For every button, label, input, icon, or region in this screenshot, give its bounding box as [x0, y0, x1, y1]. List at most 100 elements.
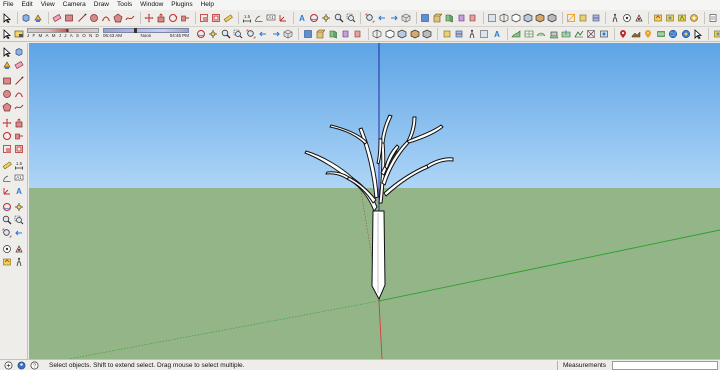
make-component-icon[interactable]: [14, 46, 24, 57]
menu-camera[interactable]: Camera: [63, 0, 86, 10]
previous-view-icon[interactable]: [14, 228, 24, 239]
next-view-icon[interactable]: [270, 29, 281, 40]
hidden-line-icon[interactable]: [384, 29, 395, 40]
zoom-extents-icon[interactable]: [2, 228, 12, 239]
toggle-terrain-icon[interactable]: [668, 29, 679, 40]
protractor-icon[interactable]: [254, 13, 265, 24]
time-track[interactable]: [103, 28, 189, 33]
next-view-icon[interactable]: [388, 13, 399, 24]
soften-icon[interactable]: [511, 29, 522, 40]
display-section-icon[interactable]: [441, 29, 452, 40]
back-view-icon[interactable]: [340, 29, 351, 40]
axes-icon[interactable]: [2, 186, 12, 197]
xray-icon[interactable]: [487, 13, 498, 24]
position-camera-icon[interactable]: [2, 244, 12, 255]
look-around-icon[interactable]: [14, 244, 24, 255]
sandbox-from-scratch-icon[interactable]: [536, 29, 547, 40]
follow-me-icon[interactable]: [180, 13, 191, 24]
flip-edge-icon[interactable]: [598, 29, 609, 40]
add-location-icon[interactable]: [655, 29, 666, 40]
paint-bucket-icon[interactable]: [2, 59, 12, 70]
position-camera-icon[interactable]: [633, 13, 644, 24]
xray-icon[interactable]: [479, 29, 490, 40]
pan-icon[interactable]: [321, 13, 332, 24]
model-viewport[interactable]: [29, 43, 720, 359]
warehouse-share-model-icon[interactable]: [712, 29, 720, 40]
textured-icon[interactable]: [535, 13, 546, 24]
3d-text-icon[interactable]: A: [491, 29, 502, 40]
menu-edit[interactable]: Edit: [21, 0, 32, 10]
tape-measure-icon[interactable]: [2, 159, 12, 170]
smoove-icon[interactable]: [548, 29, 559, 40]
sandbox-from-contours-icon[interactable]: [523, 29, 534, 40]
orbit-icon[interactable]: [195, 29, 206, 40]
rectangle-icon[interactable]: [2, 75, 12, 86]
component-icon[interactable]: [21, 13, 32, 24]
monochrome-icon[interactable]: [547, 13, 558, 24]
section-cut-icon[interactable]: [590, 13, 601, 24]
text-icon[interactable]: A1: [266, 13, 277, 24]
zoom-extents-icon[interactable]: [364, 13, 375, 24]
eraser-icon[interactable]: [13, 59, 24, 70]
push-pull-icon[interactable]: [156, 13, 167, 24]
zoom-window-icon[interactable]: [345, 13, 356, 24]
zoom-window-icon[interactable]: [14, 215, 24, 226]
freehand-icon[interactable]: [14, 101, 24, 112]
left-view-icon[interactable]: [352, 29, 363, 40]
line-icon[interactable]: [76, 13, 87, 24]
terrain-icon[interactable]: [643, 29, 654, 40]
select-icon[interactable]: [2, 13, 13, 24]
left-view-icon[interactable]: [468, 13, 479, 24]
iso-view-icon[interactable]: [400, 13, 411, 24]
zoom-window-icon[interactable]: [233, 29, 244, 40]
select-icon[interactable]: [2, 29, 12, 40]
right-view-icon[interactable]: [444, 13, 455, 24]
section-plane-icon[interactable]: [14, 257, 24, 268]
rotate-icon[interactable]: [168, 13, 179, 24]
previous-view-icon[interactable]: [376, 13, 387, 24]
scale-icon[interactable]: [2, 143, 12, 154]
textured-icon[interactable]: [409, 29, 420, 40]
wireframe-icon[interactable]: [372, 29, 383, 40]
protractor-icon[interactable]: [2, 173, 12, 184]
drape-icon[interactable]: [573, 29, 584, 40]
walk-icon[interactable]: [2, 257, 12, 268]
menu-help[interactable]: Help: [201, 0, 214, 10]
zoom-icon[interactable]: [333, 13, 344, 24]
menu-window[interactable]: Window: [140, 0, 163, 10]
warehouse-get-models-icon[interactable]: [652, 13, 663, 24]
line-icon[interactable]: [14, 75, 24, 86]
menu-file[interactable]: File: [3, 0, 13, 10]
preview-earth-icon[interactable]: [693, 29, 704, 40]
circle-icon[interactable]: [2, 88, 12, 99]
zoom-extents-icon[interactable]: [245, 29, 256, 40]
zoom-icon[interactable]: [2, 215, 12, 226]
iso-view-icon[interactable]: [283, 29, 294, 40]
pan-icon[interactable]: [14, 202, 24, 213]
freehand-icon[interactable]: [124, 13, 135, 24]
3d-text-icon[interactable]: A: [297, 13, 308, 24]
menu-tools[interactable]: Tools: [117, 0, 132, 10]
dimension-icon[interactable]: 1.5: [242, 13, 253, 24]
axes-icon[interactable]: [278, 13, 289, 24]
top-view-icon[interactable]: [420, 13, 431, 24]
display-section-icon[interactable]: [578, 13, 589, 24]
walk-icon[interactable]: [466, 29, 477, 40]
viewport-canvas[interactable]: [29, 43, 720, 359]
arc-icon[interactable]: [100, 13, 111, 24]
month-slider[interactable]: JFMAMJJASOND: [27, 28, 99, 40]
time-slider-handle[interactable]: [134, 28, 137, 33]
look-around-icon[interactable]: [621, 13, 632, 24]
zoom-icon[interactable]: [220, 29, 231, 40]
help-status-icon[interactable]: ?: [29, 360, 39, 370]
eraser-icon[interactable]: [52, 13, 63, 24]
front-view-icon[interactable]: [315, 29, 326, 40]
offset-icon[interactable]: [211, 13, 222, 24]
time-slider[interactable]: 06:43 AM Noon 04:46 PM: [103, 28, 189, 40]
top-view-icon[interactable]: [302, 29, 313, 40]
google-earth-icon[interactable]: [680, 29, 691, 40]
rectangle-icon[interactable]: [64, 13, 75, 24]
polygon-icon[interactable]: [112, 13, 123, 24]
walk-icon[interactable]: [609, 13, 620, 24]
dimension-icon[interactable]: 1.5: [14, 159, 24, 170]
